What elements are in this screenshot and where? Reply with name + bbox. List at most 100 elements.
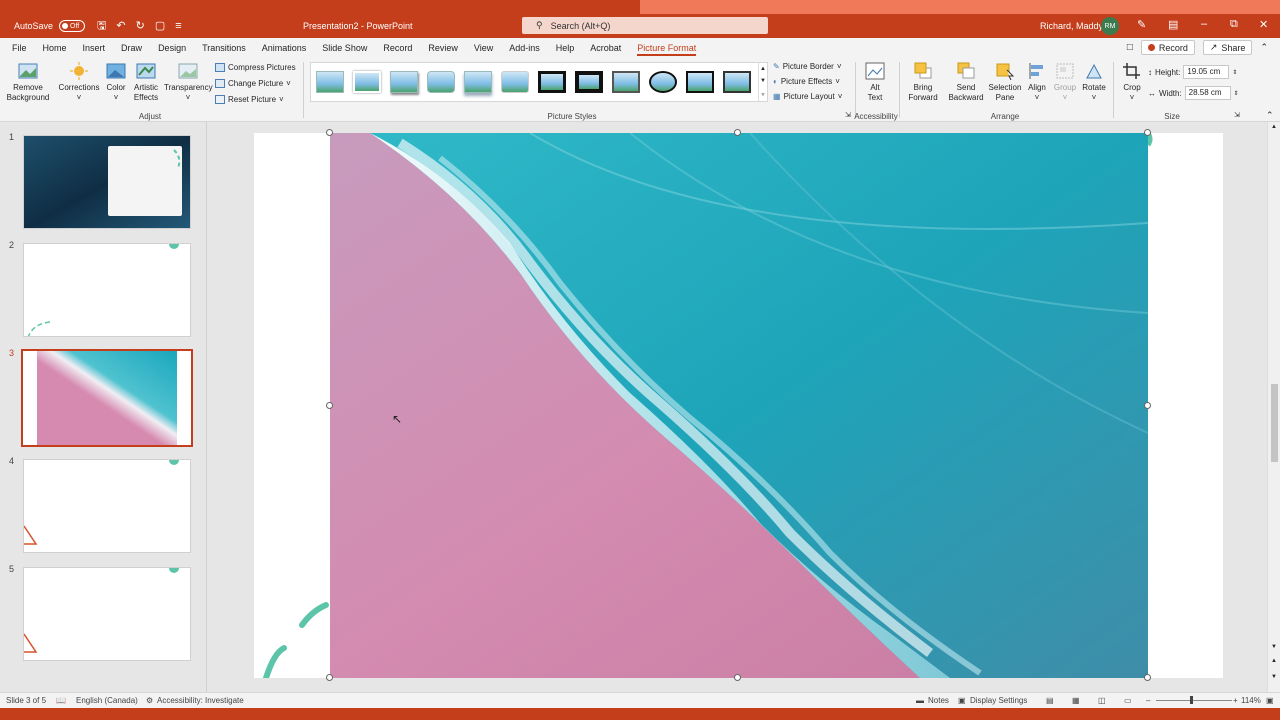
resize-handle[interactable]: [326, 402, 333, 409]
tab-add-ins[interactable]: Add-ins: [501, 38, 548, 58]
tab-animations[interactable]: Animations: [254, 38, 315, 58]
alt-text-button[interactable]: Alt Text: [861, 62, 889, 103]
picture-style-thumb[interactable]: [575, 71, 603, 93]
display-settings-icon[interactable]: ▣: [958, 696, 966, 705]
autosave-toggle[interactable]: Off: [59, 20, 86, 32]
picture-style-thumb[interactable]: [686, 71, 714, 93]
send-backward-button[interactable]: Send Backward: [944, 62, 988, 103]
transparency-button[interactable]: Transparency ˅: [164, 62, 213, 103]
language-status[interactable]: English (Canada): [76, 696, 138, 705]
tab-file[interactable]: File: [0, 38, 35, 58]
resize-handle[interactable]: [1144, 402, 1151, 409]
tab-design[interactable]: Design: [150, 38, 194, 58]
ribbon-collapse-icon[interactable]: ⌃: [1260, 42, 1268, 53]
picture-style-thumb[interactable]: [464, 71, 492, 93]
gallery-scroll[interactable]: ▲ ▼ ▿: [758, 63, 767, 101]
share-button[interactable]: ↗ Share: [1202, 40, 1253, 55]
comments-icon[interactable]: □: [1127, 42, 1133, 53]
picture-layout-button[interactable]: ▦ Picture Layout ˅: [773, 92, 842, 101]
tab-record[interactable]: Record: [375, 38, 420, 58]
tab-slide-show[interactable]: Slide Show: [314, 38, 375, 58]
slide-thumbnail-2[interactable]: [23, 243, 191, 337]
tab-home[interactable]: Home: [35, 38, 75, 58]
previous-slide-icon[interactable]: ▲: [1271, 658, 1277, 664]
crop-button[interactable]: Crop ˅: [1119, 62, 1145, 103]
reset-picture-button[interactable]: Reset Picture ˅: [215, 95, 284, 104]
avatar[interactable]: RM: [1101, 17, 1119, 35]
redo-icon[interactable]: ↻: [136, 20, 145, 32]
notes-icon[interactable]: ▬: [916, 696, 924, 705]
slide-thumbnail-3[interactable]: [21, 349, 193, 447]
slide-thumbnail-5[interactable]: [23, 567, 191, 661]
tab-insert[interactable]: Insert: [75, 38, 114, 58]
picture-style-thumb[interactable]: [649, 71, 677, 93]
gallery-down-icon[interactable]: ▼: [760, 78, 766, 84]
restore-icon[interactable]: ⧉: [1230, 18, 1238, 31]
record-button[interactable]: Record: [1140, 40, 1195, 55]
picture-style-thumb[interactable]: [538, 71, 566, 93]
tab-help[interactable]: Help: [548, 38, 583, 58]
tab-transitions[interactable]: Transitions: [194, 38, 254, 58]
picture-style-thumb[interactable]: [353, 71, 381, 93]
tab-acrobat[interactable]: Acrobat: [582, 38, 629, 58]
resize-handle[interactable]: [734, 674, 741, 681]
vertical-scrollbar[interactable]: ▲ ▼ ▲ ▼: [1267, 122, 1280, 692]
change-picture-button[interactable]: Change Picture ˅: [215, 79, 291, 88]
slide-thumbnail-1[interactable]: [23, 135, 191, 229]
size-launcher-icon[interactable]: ⇲: [1234, 111, 1240, 119]
tab-view[interactable]: View: [466, 38, 501, 58]
resize-handle[interactable]: [1144, 129, 1151, 136]
ribbon-display-icon[interactable]: ▤: [1168, 18, 1178, 31]
display-settings-button[interactable]: Display Settings: [970, 696, 1027, 705]
picture-effects-button[interactable]: ◐ Picture Effects ˅: [773, 77, 840, 86]
tab-draw[interactable]: Draw: [113, 38, 150, 58]
scroll-down-icon[interactable]: ▼: [1271, 644, 1277, 650]
minimize-icon[interactable]: –: [1201, 18, 1207, 30]
remove-background-button[interactable]: Remove Background: [6, 62, 50, 103]
picture-style-thumb[interactable]: [612, 71, 640, 93]
normal-view-icon[interactable]: ▤: [1046, 696, 1054, 705]
height-input[interactable]: 19.05 cm: [1183, 65, 1230, 79]
present-icon[interactable]: ▢: [155, 20, 165, 32]
accessibility-icon[interactable]: ⚙: [146, 696, 153, 705]
picture-border-button[interactable]: ✎ Picture Border ˅: [773, 62, 842, 71]
bring-forward-button[interactable]: Bring Forward: [903, 62, 943, 103]
picture-style-thumb[interactable]: [390, 71, 418, 93]
picture-style-thumb[interactable]: [427, 71, 455, 93]
search-input[interactable]: ⚲ Search (Alt+Q): [522, 17, 768, 34]
zoom-slider-thumb[interactable]: [1190, 696, 1193, 704]
zoom-level[interactable]: 114%: [1241, 696, 1261, 705]
picture-style-thumb[interactable]: [501, 71, 529, 93]
reading-view-icon[interactable]: ◫: [1098, 696, 1106, 705]
tab-review[interactable]: Review: [420, 38, 466, 58]
rotate-button[interactable]: Rotate ˅: [1080, 62, 1108, 103]
color-button[interactable]: Color ˅: [104, 62, 128, 103]
beach-photo[interactable]: [330, 133, 1148, 678]
picture-style-thumb[interactable]: [723, 71, 751, 93]
compress-pictures-button[interactable]: Compress Pictures: [215, 63, 296, 72]
selection-pane-button[interactable]: Selection Pane: [987, 62, 1023, 103]
tab-picture-format[interactable]: Picture Format: [629, 38, 704, 58]
close-icon[interactable]: ✕: [1259, 18, 1268, 31]
artistic-effects-button[interactable]: Artistic Effects: [131, 62, 161, 103]
zoom-out-icon[interactable]: –: [1146, 696, 1150, 705]
spellcheck-icon[interactable]: 📖: [56, 696, 66, 705]
undo-icon[interactable]: ↶: [116, 20, 125, 32]
customize-qat-icon[interactable]: ≡: [175, 20, 181, 32]
height-spinner-icon[interactable]: ⇕: [1232, 69, 1237, 76]
gallery-up-icon[interactable]: ▲: [760, 66, 766, 72]
width-input[interactable]: 28.58 cm: [1184, 86, 1231, 100]
notes-button[interactable]: Notes: [928, 696, 949, 705]
zoom-in-icon[interactable]: +: [1233, 696, 1238, 705]
resize-handle[interactable]: [734, 129, 741, 136]
ribbon-collapse-icon[interactable]: ⌃: [1266, 110, 1274, 121]
next-slide-icon[interactable]: ▼: [1271, 674, 1277, 680]
resize-handle[interactable]: [326, 129, 333, 136]
picture-style-thumb[interactable]: [316, 71, 344, 93]
slide-thumbnail-4[interactable]: [23, 459, 191, 553]
save-icon[interactable]: 🖫: [97, 20, 106, 32]
picture-styles-launcher-icon[interactable]: ⇲: [845, 111, 851, 119]
accessibility-status[interactable]: Accessibility: Investigate: [157, 696, 244, 705]
group-button[interactable]: Group ˅: [1051, 62, 1079, 103]
resize-handle[interactable]: [1144, 674, 1151, 681]
